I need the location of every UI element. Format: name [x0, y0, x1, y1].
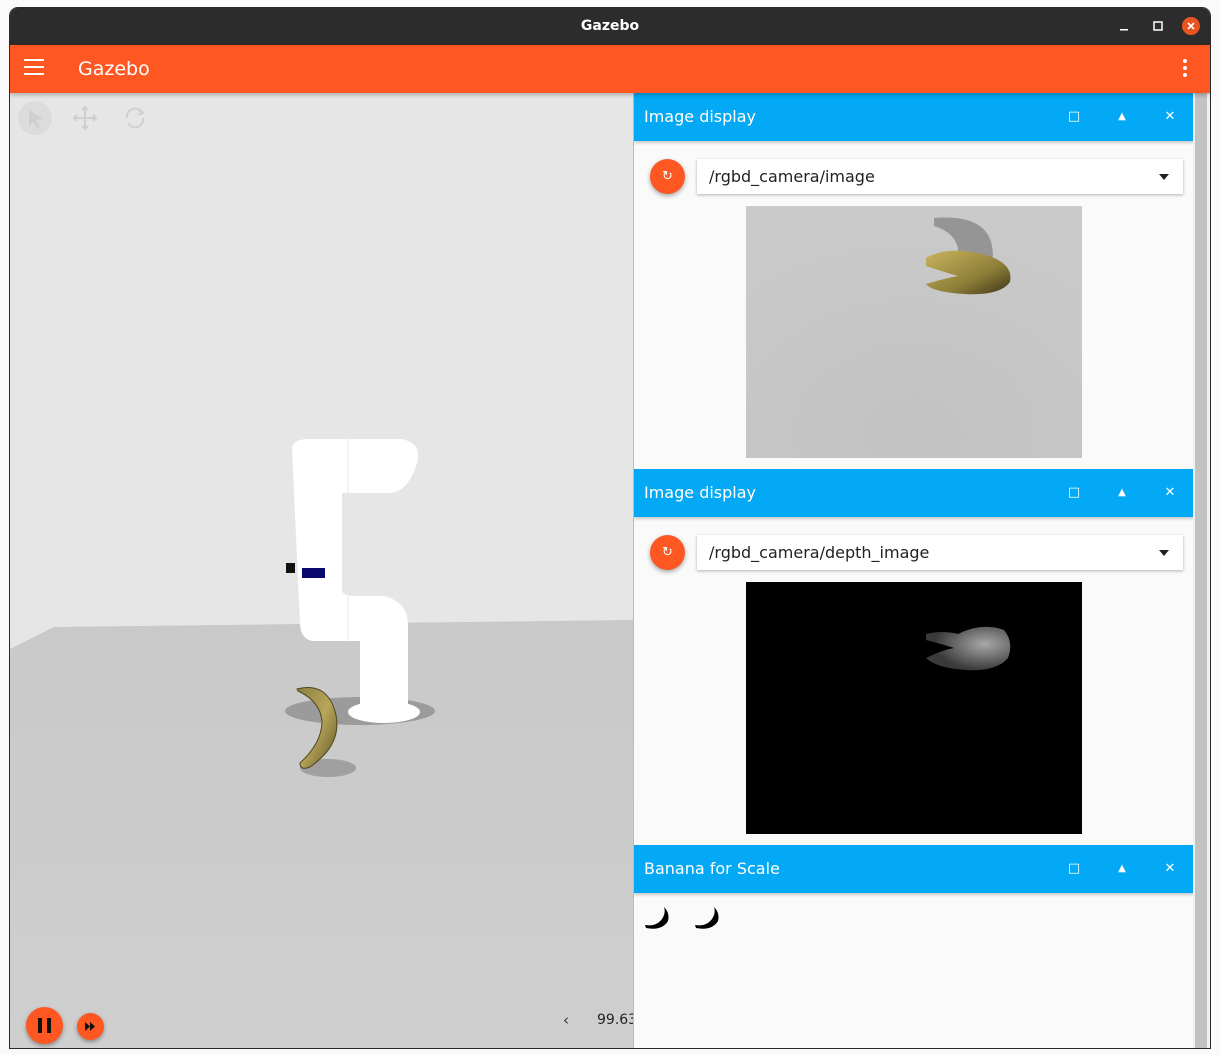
collapse-icon[interactable]: ▲ — [1112, 107, 1132, 127]
close-icon[interactable]: ✕ — [1160, 483, 1180, 503]
more-options-icon[interactable] — [1180, 59, 1190, 81]
panels-scrollbar[interactable] — [1193, 93, 1210, 1048]
gazebo-window: Gazebo Gazebo ‹ 99.63 Image display □ ▲ … — [10, 8, 1210, 1048]
depth-image — [746, 582, 1082, 834]
image-display-panel-2-header[interactable]: Image display □ ▲ ✕ — [634, 469, 1194, 517]
stats-expand-icon[interactable]: ‹ — [563, 1011, 569, 1029]
app-bar: Gazebo — [10, 45, 1210, 93]
banana-icon[interactable] — [642, 905, 672, 929]
step-forward-button[interactable] — [77, 1013, 104, 1040]
topic-select[interactable]: /rgbd_camera/image — [697, 159, 1183, 194]
topic-select-value: /rgbd_camera/image — [709, 167, 875, 186]
3d-scene-view[interactable]: ‹ 99.63 — [10, 93, 633, 1048]
panel-title: Image display — [644, 483, 757, 502]
topic-select[interactable]: /rgbd_camera/depth_image — [697, 535, 1183, 570]
banana-for-scale-panel-header[interactable]: Banana for Scale □ ▲ ✕ — [634, 845, 1194, 893]
pause-button[interactable] — [26, 1007, 63, 1044]
maximize-icon[interactable]: □ — [1064, 483, 1084, 503]
topic-select-value: /rgbd_camera/depth_image — [709, 543, 930, 562]
close-icon[interactable]: ✕ — [1160, 859, 1180, 879]
image-display-panel-1-header[interactable]: Image display □ ▲ ✕ — [634, 93, 1194, 141]
maximize-icon[interactable]: □ — [1064, 859, 1084, 879]
camera-image — [746, 206, 1082, 458]
select-icon[interactable] — [18, 101, 52, 135]
window-title: Gazebo — [580, 18, 640, 34]
chevron-down-icon — [1159, 174, 1169, 180]
scrollbar-thumb[interactable] — [1195, 93, 1207, 1048]
real-time-factor: 99.63 — [597, 1012, 633, 1028]
close-icon[interactable]: ✕ — [1160, 107, 1180, 127]
collapse-icon[interactable]: ▲ — [1112, 859, 1132, 879]
translate-icon[interactable] — [68, 101, 102, 135]
panel-title: Banana for Scale — [644, 859, 780, 878]
app-title: Gazebo — [78, 58, 150, 80]
refresh-topics-button[interactable]: ↻ — [650, 159, 685, 194]
collapse-icon[interactable]: ▲ — [1112, 483, 1132, 503]
plugin-panels: Image display □ ▲ ✕ ↻ /rgbd_camera/image — [633, 93, 1194, 1048]
refresh-topics-button[interactable]: ↻ — [650, 535, 685, 570]
rotate-icon[interactable] — [118, 101, 152, 135]
close-window-icon[interactable] — [1182, 17, 1200, 35]
minimize-icon[interactable] — [1114, 16, 1134, 36]
chevron-down-icon — [1159, 550, 1169, 556]
panel-title: Image display — [644, 107, 757, 126]
scene-render — [10, 93, 633, 1048]
maximize-window-icon[interactable] — [1148, 16, 1168, 36]
window-titlebar[interactable]: Gazebo — [10, 8, 1210, 45]
maximize-icon[interactable]: □ — [1064, 107, 1084, 127]
banana-icon[interactable] — [692, 905, 722, 929]
menu-icon[interactable] — [24, 59, 44, 77]
